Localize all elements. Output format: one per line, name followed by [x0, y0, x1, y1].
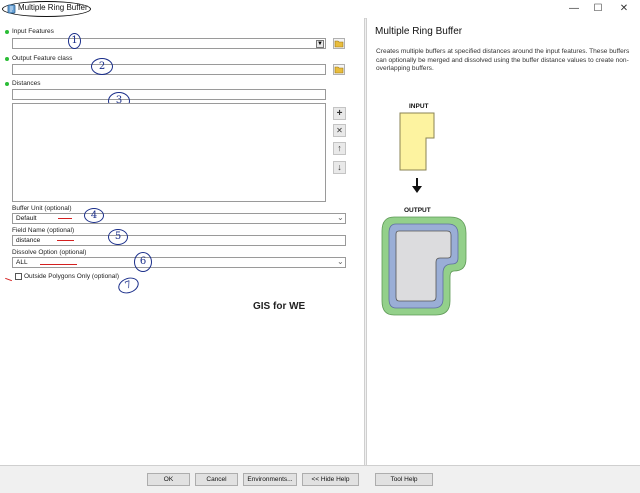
browse-input-button[interactable] — [333, 38, 345, 49]
minimize-button[interactable]: — — [566, 2, 582, 16]
annotation-number-1: 1 — [68, 33, 81, 49]
buffer-unit-label: Buffer Unit (optional) — [12, 205, 72, 212]
distances-list[interactable] — [12, 103, 326, 202]
required-indicator-icon — [5, 30, 9, 34]
output-feature-class-label: Output Feature class — [12, 55, 73, 62]
maximize-button[interactable]: ☐ — [590, 2, 606, 16]
environments-button[interactable]: Environments... — [243, 473, 297, 486]
folder-icon — [334, 66, 344, 74]
distances-label: Distances — [12, 80, 41, 87]
chevron-down-icon[interactable]: ⌄ — [337, 257, 344, 267]
field-name-label: Field Name (optional) — [12, 227, 75, 234]
chevron-down-icon[interactable]: ⌄ — [337, 213, 344, 223]
annotation-underline — [58, 218, 72, 220]
toolbox-icon — [7, 4, 16, 14]
annotation-underline — [57, 240, 74, 242]
folder-icon — [334, 40, 344, 48]
input-features-label: Input Features — [12, 28, 54, 35]
move-up-button[interactable]: ↑ — [333, 142, 346, 155]
annotation-number-4: 4 — [84, 208, 104, 223]
help-description: Creates multiple buffers at specified di… — [376, 48, 630, 72]
tool-help-button[interactable]: Tool Help — [375, 473, 433, 486]
input-features-field[interactable] — [12, 38, 326, 49]
dissolve-option-label: Dissolve Option (optional) — [12, 249, 87, 256]
ok-button[interactable]: OK — [147, 473, 190, 486]
output-feature-class-field[interactable] — [12, 64, 326, 75]
chevron-down-icon[interactable]: ▼ — [316, 39, 324, 48]
annotation-number-6: 6 — [134, 252, 152, 272]
hide-help-button[interactable]: << Hide Help — [302, 473, 359, 486]
input-polygon — [399, 112, 435, 171]
outside-polygons-checkbox[interactable] — [15, 273, 22, 280]
outside-polygons-label: Outside Polygons Only (optional) — [24, 273, 120, 280]
move-down-button[interactable]: ↓ — [333, 161, 346, 174]
remove-value-button[interactable]: ✕ — [333, 124, 346, 137]
annotation-number-2: 2 — [91, 58, 113, 75]
required-indicator-icon — [5, 82, 9, 86]
dissolve-option-select[interactable]: ALL — [12, 257, 346, 268]
add-value-button[interactable]: + — [333, 107, 346, 120]
window-title: Multiple Ring Buffer — [18, 3, 88, 12]
watermark-text: GIS for WE — [253, 301, 306, 312]
close-button[interactable]: ✕ — [616, 2, 632, 16]
annotation-number-5: 5 — [108, 229, 128, 245]
distances-input[interactable] — [12, 89, 326, 100]
arrow-head — [412, 186, 422, 193]
output-buffer-illustration — [381, 216, 467, 316]
cancel-button[interactable]: Cancel — [195, 473, 238, 486]
required-indicator-icon — [5, 57, 9, 61]
browse-output-button[interactable] — [333, 64, 345, 75]
diagram-output-label: OUTPUT — [404, 207, 431, 214]
annotation-underline — [40, 264, 77, 266]
buffer-diagram-icon — [399, 112, 435, 193]
title-bar — [0, 0, 640, 19]
help-title: Multiple Ring Buffer — [375, 26, 463, 37]
